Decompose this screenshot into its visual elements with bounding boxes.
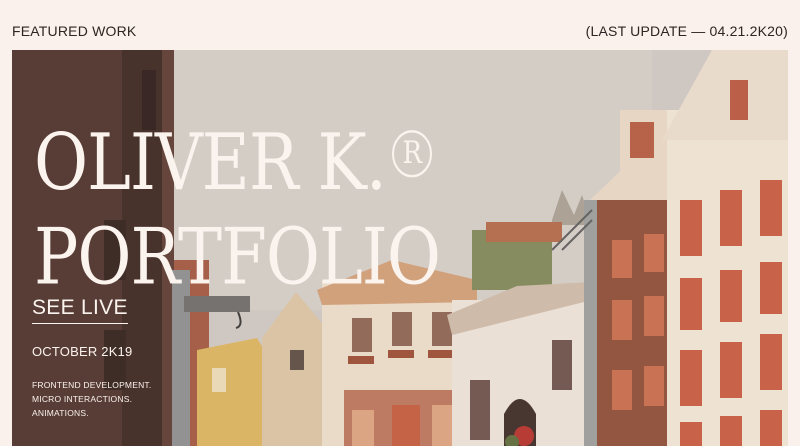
featured-work-label: FEATURED WORK: [12, 23, 137, 39]
project-title: OLIVER K. R PORTFOLIO: [34, 116, 441, 305]
title-line-name: OLIVER K. R: [34, 116, 440, 210]
registered-icon: R: [391, 130, 432, 178]
project-tags: FRONTEND DEVELOPMENT. MICRO INTERACTIONS…: [32, 378, 151, 420]
tag-item: MICRO INTERACTIONS.: [32, 394, 133, 404]
title-line-portfolio: PORTFOLIO: [34, 211, 441, 303]
top-bar: FEATURED WORK (LAST UPDATE — 04.21.2K20): [0, 0, 800, 50]
hero-image-card[interactable]: OLIVER K. R PORTFOLIO SEE LIVE OCTOBER 2K…: [12, 50, 788, 446]
tag-item: FRONTEND DEVELOPMENT.: [32, 380, 152, 390]
last-update-label: (LAST UPDATE — 04.21.2K20): [585, 23, 788, 39]
title-name-text: OLIVER K.: [34, 117, 387, 209]
see-live-link[interactable]: SEE LIVE: [32, 296, 128, 324]
tag-item: ANIMATIONS.: [32, 408, 89, 418]
project-date: OCTOBER 2K19: [32, 344, 133, 359]
